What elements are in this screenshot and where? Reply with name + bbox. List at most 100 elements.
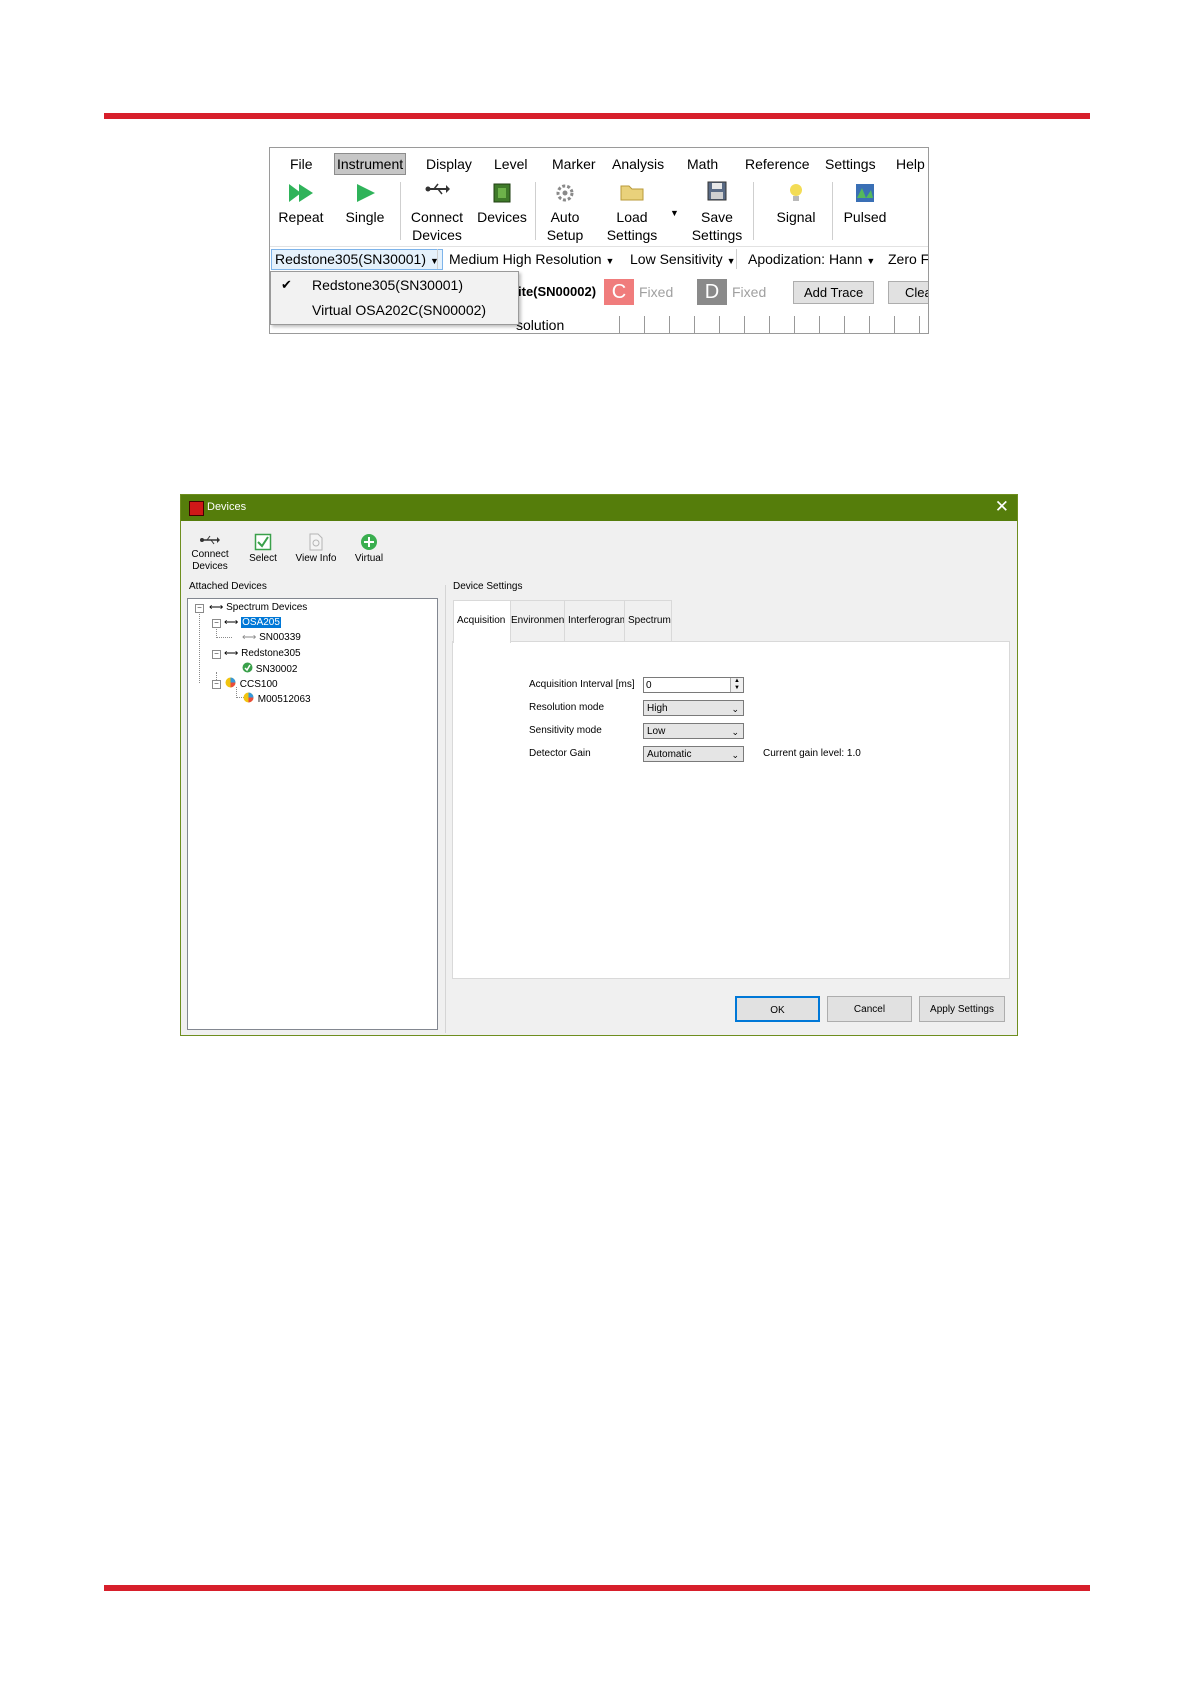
- auto-setup-button[interactable]: Auto Setup: [542, 180, 588, 244]
- trace-d-state: Fixed: [732, 284, 767, 300]
- save-settings-button[interactable]: Save Settings: [689, 180, 745, 244]
- select-label: Select: [249, 553, 277, 564]
- tab-interferogram[interactable]: Interferogram: [564, 600, 628, 641]
- menu-display[interactable]: Display: [424, 154, 474, 174]
- add-trace-button[interactable]: Add Trace: [793, 281, 875, 304]
- zero-fill-selector[interactable]: Zero F: [888, 250, 928, 269]
- current-gain-level: Current gain level: 1.0: [763, 748, 861, 759]
- usb-icon: ⟷: [224, 648, 239, 659]
- menu-level[interactable]: Level: [492, 154, 529, 174]
- tree-node-spectrum-devices[interactable]: ⟷ Spectrum Devices: [209, 601, 307, 614]
- cancel-button[interactable]: Cancel: [827, 996, 912, 1022]
- panel-splitter[interactable]: [445, 585, 446, 1033]
- selector-separator: [736, 249, 737, 269]
- resolution-mode-select[interactable]: High ⌄: [643, 700, 744, 716]
- toolbar-separator: [535, 182, 536, 240]
- repeat-button[interactable]: Repeat: [278, 180, 324, 226]
- ok-button[interactable]: OK: [735, 996, 820, 1022]
- menu-marker[interactable]: Marker: [550, 154, 598, 174]
- tab-acquisition[interactable]: Acquisition: [453, 600, 511, 643]
- tree-node-ccs100[interactable]: CCS100: [224, 677, 278, 690]
- dropdown-option-redstone[interactable]: Redstone305(SN30001): [312, 275, 463, 295]
- tree-node-label: Spectrum Devices: [226, 602, 308, 613]
- menu-reference[interactable]: Reference: [743, 154, 812, 174]
- tree-node-sn30002[interactable]: SN30002: [242, 662, 297, 675]
- connect-label: Connect: [410, 209, 464, 225]
- lightbulb-icon: [790, 184, 802, 201]
- acquisition-tab-page: Acquisition Interval [ms] 0 ▲ ▼ Resolutio…: [452, 641, 1010, 979]
- detector-gain-select[interactable]: Automatic ⌄: [643, 746, 744, 762]
- connect-devices-button[interactable]: Connect Devices: [406, 180, 468, 244]
- play-single-icon: [357, 184, 375, 202]
- menu-file[interactable]: File: [288, 154, 315, 174]
- spinner-arrows-icon[interactable]: ▲ ▼: [730, 678, 743, 692]
- acq-interval-value: 0: [646, 680, 652, 691]
- attached-devices-tree[interactable]: − ⟷ Spectrum Devices − ⟷ OSA205 ⟷ SN0033…: [187, 598, 438, 1030]
- plot-grid-strip: [595, 316, 928, 333]
- pulsed-button[interactable]: Pulsed: [840, 180, 890, 226]
- menu-math[interactable]: Math: [685, 154, 720, 174]
- collapse-toggle-icon[interactable]: −: [212, 680, 221, 689]
- attached-devices-label: Attached Devices: [189, 581, 267, 592]
- devices-button[interactable]: Devices: [476, 180, 528, 226]
- dropdown-option-virtual[interactable]: Virtual OSA202C(SN00002): [312, 300, 486, 320]
- connect-devices-button[interactable]: Connect Devices: [187, 533, 233, 573]
- collapse-toggle-icon[interactable]: −: [195, 604, 204, 613]
- virtual-button[interactable]: Virtual: [351, 533, 387, 565]
- tree-node-label: CCS100: [239, 679, 278, 690]
- tab-spectrum[interactable]: Spectrum: [624, 600, 672, 641]
- collapse-toggle-icon[interactable]: −: [212, 619, 221, 628]
- app-icon: [189, 501, 204, 516]
- chevron-down-icon: ▼: [866, 256, 876, 266]
- sensitivity-mode-select[interactable]: Low ⌄: [643, 723, 744, 739]
- auto-label: Auto: [550, 209, 580, 225]
- ribbon-screenshot: File Instrument Display Level Marker Ana…: [269, 147, 929, 334]
- devices-label: Devices: [477, 209, 527, 225]
- detector-gain-value: Automatic: [647, 749, 692, 760]
- collapse-toggle-icon[interactable]: −: [212, 650, 221, 659]
- usb-icon: ⟷: [242, 632, 257, 643]
- setup-label: Setup: [546, 227, 584, 243]
- tree-node-osa205[interactable]: ⟷ OSA205: [224, 616, 281, 629]
- trace-c-box[interactable]: C: [604, 279, 634, 305]
- device-settings-label: Device Settings: [453, 581, 523, 592]
- chevron-down-icon: ▼: [726, 256, 736, 266]
- load-label: Load: [616, 209, 648, 225]
- trace-d-box[interactable]: D: [697, 279, 727, 305]
- partial-resolution-label: solution: [516, 317, 565, 333]
- load-dropdown-arrow-icon[interactable]: ▼: [670, 208, 679, 218]
- tree-node-m00512063[interactable]: M00512063: [242, 692, 311, 705]
- tab-environment[interactable]: Environment: [507, 600, 567, 641]
- resolution-selector-value: Medium High Resolution: [449, 251, 602, 267]
- pulsed-chart-icon: [856, 184, 874, 202]
- menu-instrument[interactable]: Instrument: [334, 153, 407, 175]
- menu-help[interactable]: Help: [894, 154, 927, 174]
- pulsed-label: Pulsed: [843, 209, 887, 225]
- menu-analysis[interactable]: Analysis: [610, 154, 666, 174]
- spectrum-wheel-icon: [225, 677, 236, 688]
- detector-gain-label: Detector Gain: [529, 748, 591, 759]
- tree-node-redstone305[interactable]: ⟷ Redstone305: [224, 647, 301, 660]
- select-button[interactable]: Select: [245, 533, 281, 565]
- view-info-button[interactable]: View Info: [293, 533, 339, 565]
- load-settings-button[interactable]: Load Settings: [604, 180, 660, 244]
- apply-settings-button[interactable]: Apply Settings: [919, 996, 1005, 1022]
- usb-icon: [425, 183, 450, 195]
- signal-button[interactable]: Signal: [774, 180, 818, 226]
- close-icon[interactable]: ✕: [995, 497, 1009, 517]
- apodization-selector[interactable]: Apodization: Hann ▼: [748, 250, 875, 269]
- acq-interval-stepper[interactable]: 0 ▲ ▼: [643, 677, 744, 693]
- sensitivity-selector[interactable]: Low Sensitivity ▼: [630, 250, 736, 269]
- virtual-label: Virtual: [354, 553, 384, 564]
- toolbar-separator: [753, 182, 754, 240]
- tree-node-sn00339[interactable]: ⟷ SN00339: [242, 631, 301, 644]
- sensitivity-selector-value: Low Sensitivity: [630, 251, 723, 267]
- menu-settings[interactable]: Settings: [823, 154, 878, 174]
- instrument-selector[interactable]: Redstone305(SN30001) ▼: [271, 249, 443, 270]
- clear-button[interactable]: Clea: [888, 281, 928, 304]
- devices-dialog: Devices ✕ Connect Devices Select View In…: [180, 494, 1018, 1036]
- save-label: Save: [701, 209, 733, 225]
- menu-bar: File Instrument Display Level Marker Ana…: [270, 148, 928, 178]
- resolution-selector[interactable]: Medium High Resolution ▼: [449, 250, 614, 269]
- single-button[interactable]: Single: [342, 180, 388, 226]
